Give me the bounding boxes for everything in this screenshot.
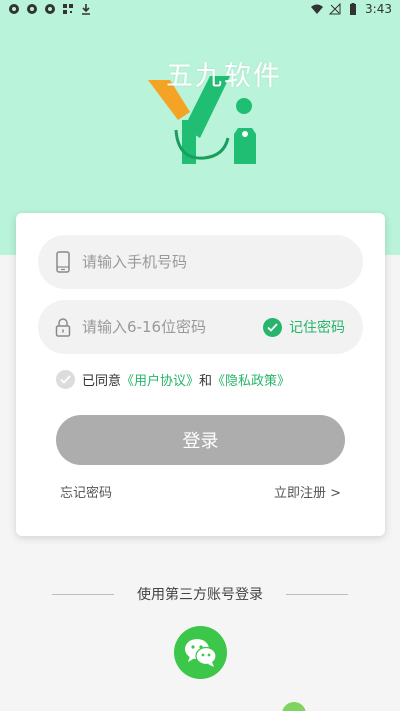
password-input[interactable] (82, 318, 242, 336)
phone-input[interactable] (82, 253, 242, 271)
status-right: 3:43 (311, 2, 392, 16)
lock-icon (54, 316, 72, 338)
password-field[interactable]: 记住密码 (38, 300, 363, 354)
login-button[interactable]: 登录 (56, 415, 345, 465)
phone-icon (54, 251, 72, 273)
remember-password-label: 记住密码 (289, 320, 345, 336)
signal-icon (329, 3, 341, 15)
third-party-label: 使用第三方账号登录 (137, 587, 263, 603)
partial-icon (282, 702, 306, 711)
register-link[interactable]: 立即注册 > (274, 482, 341, 501)
battery-icon (350, 3, 357, 15)
divider-line (286, 593, 348, 595)
watermark-text: 五九软件 (166, 61, 282, 92)
check-icon (263, 317, 282, 337)
third-party-divider: 使用第三方账号登录 (52, 584, 348, 604)
wechat-login-button[interactable] (174, 626, 227, 679)
download-icon (82, 4, 90, 15)
privacy-policy-link[interactable]: 《隐私政策》 (212, 374, 290, 389)
sync-icon (45, 4, 55, 14)
status-left (8, 3, 92, 15)
wifi-icon (311, 4, 324, 14)
agree-checkbox[interactable] (56, 370, 75, 389)
wechat-icon (184, 638, 217, 667)
status-time: 3:43 (365, 2, 392, 16)
phone-field[interactable] (38, 235, 363, 289)
status-bar: 3:43 (0, 0, 400, 18)
divider-line (52, 593, 114, 595)
qr-icon (63, 4, 73, 14)
agreement-row: 已同意《用户协议》和《隐私政策》 (56, 370, 290, 389)
sync-icon (27, 4, 37, 14)
sync-icon (9, 4, 19, 14)
agree-prefix: 已同意 (82, 374, 122, 389)
agree-and: 和 (199, 374, 213, 389)
login-card: 记住密码 已同意《用户协议》和《隐私政策》 登录 忘记密码 立即注册 > (16, 213, 385, 536)
forgot-password-link[interactable]: 忘记密码 (60, 482, 112, 501)
remember-password-toggle[interactable]: 记住密码 (263, 300, 345, 354)
user-agreement-link[interactable]: 《用户协议》 (121, 374, 199, 389)
